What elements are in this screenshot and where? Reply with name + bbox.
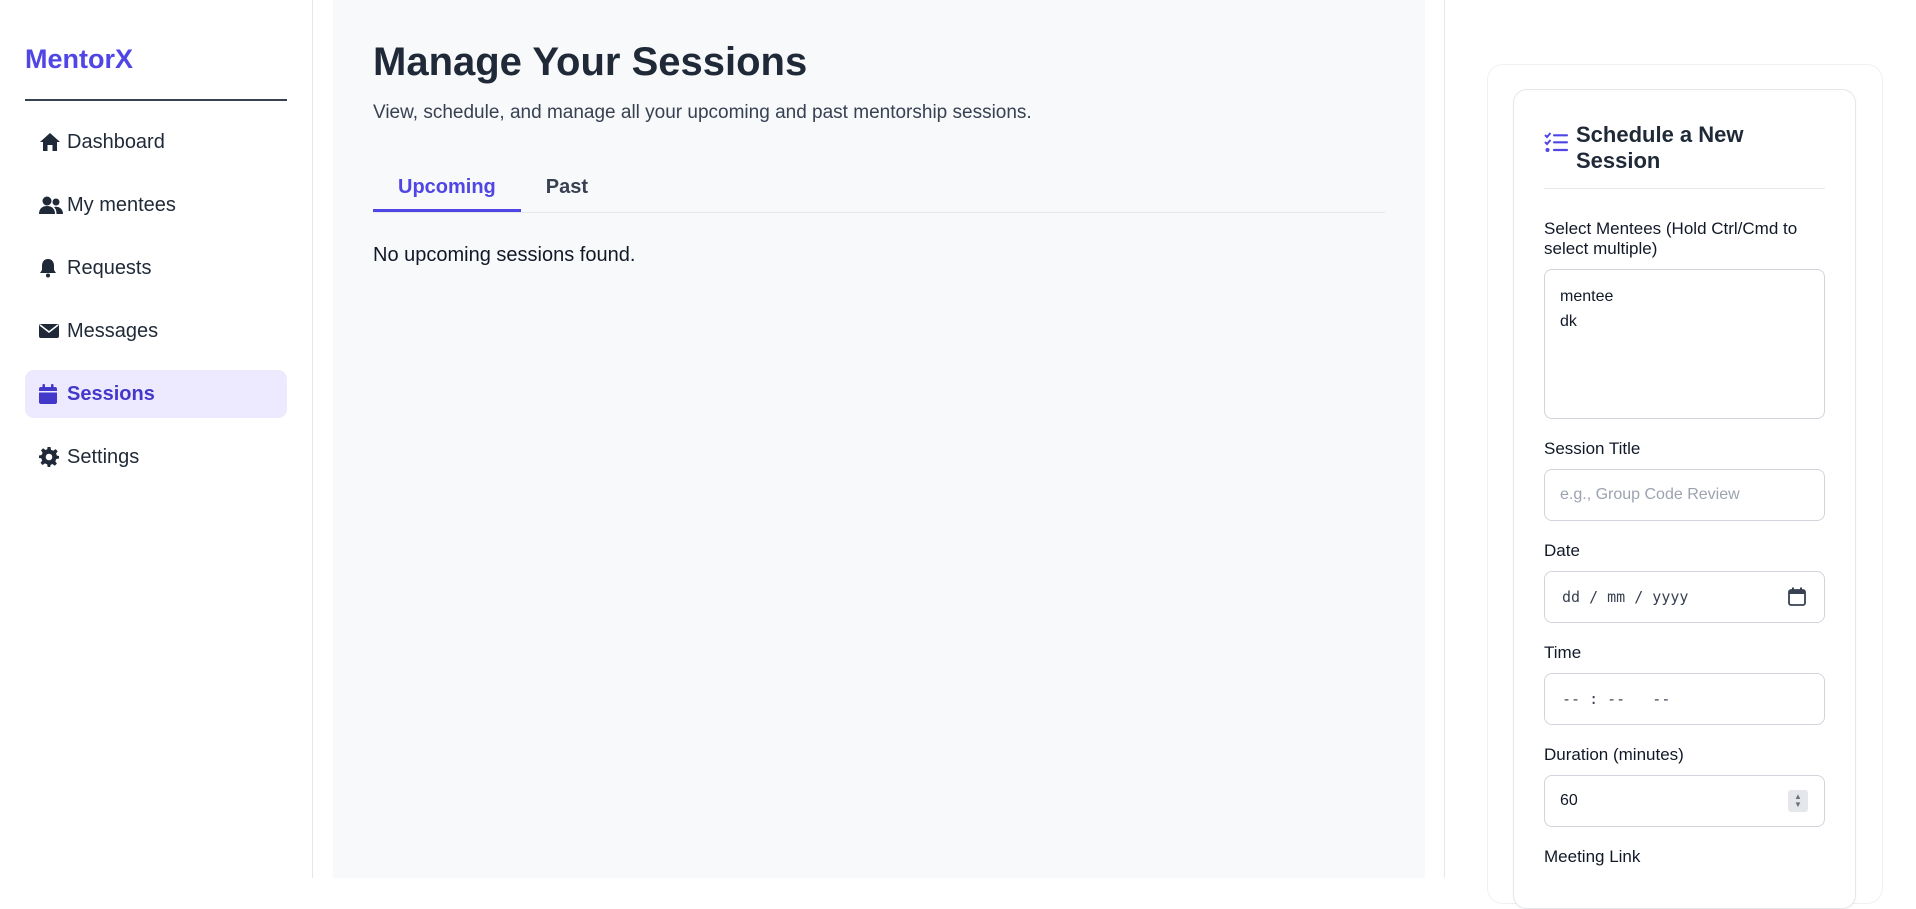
time-placeholder: -- : -- -- [1562,690,1671,708]
duration-input[interactable]: 60 ▲ ▼ [1544,775,1825,827]
sidebar-item-my-mentees[interactable]: My mentees [25,181,287,229]
chevron-down-icon[interactable]: ▼ [1794,801,1802,809]
sidebar-item-label: Dashboard [67,130,165,153]
envelope-icon [39,323,65,339]
brand-logo[interactable]: MentorX [25,44,287,74]
sidebar-item-dashboard[interactable]: Dashboard [25,118,287,166]
sidebar-item-messages[interactable]: Messages [25,307,287,355]
mentee-option[interactable]: mentee [1560,284,1809,309]
page-title: Manage Your Sessions [373,40,808,84]
time-input[interactable]: -- : -- -- [1544,673,1825,725]
brand-divider [25,99,287,101]
right-panel: Schedule a New Session Select Mentees (H… [1444,0,1916,909]
sidebar-item-settings[interactable]: Settings [25,433,287,481]
calendar-icon [39,384,65,404]
schedule-session-form: Schedule a New Session Select Mentees (H… [1513,89,1856,909]
sidebar-item-requests[interactable]: Requests [25,244,287,292]
mentees-label: Select Mentees (Hold Ctrl/Cmd to select … [1544,219,1798,258]
date-placeholder: dd / mm / yyyy [1562,588,1689,606]
bell-icon [39,258,65,278]
sidebar-item-label: Messages [67,319,159,342]
date-label: Date [1544,541,1580,560]
tab-past[interactable]: Past [521,165,613,212]
date-input[interactable]: dd / mm / yyyy [1544,571,1825,623]
empty-state-message: No upcoming sessions found. [373,244,636,266]
form-header: Schedule a New Session [1544,90,1825,189]
time-label: Time [1544,643,1582,662]
main-content: Manage Your Sessions View, schedule, and… [333,0,1425,878]
sidebar-item-label: Settings [67,445,140,468]
users-icon [39,195,65,215]
mentees-multiselect[interactable]: mentee dk [1544,269,1825,419]
sidebar-item-label: My mentees [67,193,176,216]
sidebar-item-label: Requests [67,256,152,279]
mentee-option[interactable]: dk [1560,309,1809,334]
form-title: Schedule a New Session [1576,122,1744,173]
calendar-picker-icon[interactable] [1788,587,1806,611]
meeting-link-label: Meeting Link [1544,847,1641,866]
duration-value: 60 [1560,792,1578,809]
session-title-placeholder: e.g., Group Code Review [1560,486,1740,503]
duration-label: Duration (minutes) [1544,745,1684,764]
sidebar-item-label: Sessions [67,382,155,405]
session-title-input[interactable]: e.g., Group Code Review [1544,469,1825,521]
tasks-icon [1544,132,1570,159]
sidebar-item-sessions[interactable]: Sessions [25,370,287,418]
sidebar: MentorX Dashboard My mentees Requests Me… [0,0,313,878]
gear-icon [39,447,65,467]
home-icon [39,132,65,152]
page-subtitle: View, schedule, and manage all your upco… [373,102,1032,123]
tab-upcoming[interactable]: Upcoming [373,165,521,212]
session-title-label: Session Title [1544,439,1641,458]
sidebar-nav: Dashboard My mentees Requests Messages S… [25,118,287,481]
session-tabs: Upcoming Past [373,165,1385,213]
duration-spinner[interactable]: ▲ ▼ [1788,790,1808,812]
